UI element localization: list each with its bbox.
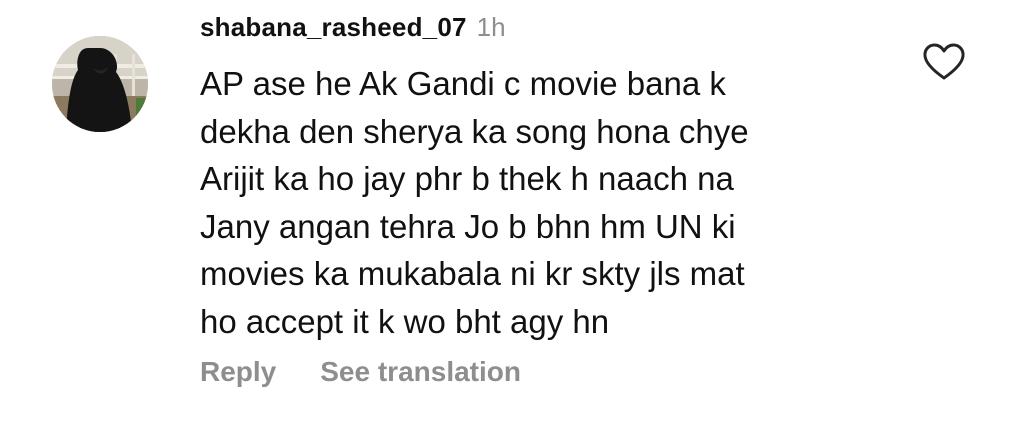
comment-text-line: ho accept it k wo bht agy hn (200, 302, 610, 340)
username[interactable]: shabana_rasheed_07 (200, 12, 467, 43)
comment-text-line: Arijit ka ho jay phr b thek h naach na (200, 160, 734, 197)
see-translation-button[interactable]: See translation (320, 356, 521, 388)
comment-header: shabana_rasheed_07 1h (200, 12, 506, 52)
comment-actions: Reply See translation (200, 356, 521, 388)
avatar-image (52, 36, 148, 132)
comment-item: shabana_rasheed_07 1h AP ase he Ak Gandi… (0, 0, 1024, 439)
reply-button[interactable]: Reply (200, 356, 276, 388)
like-button[interactable] (922, 42, 966, 82)
heart-outline-icon (923, 43, 965, 80)
avatar[interactable] (52, 36, 148, 132)
comment-text: AP ase he Ak Gandi c movie bana k dekha … (200, 60, 880, 345)
comment-text-line: AP ase he Ak Gandi c movie bana k (200, 65, 726, 102)
comment-timestamp: 1h (476, 12, 506, 42)
comment-text-line: movies ka mukabala ni kr skty jls mat (200, 255, 745, 292)
comment-text-line: dekha den sherya ka song hona chye (200, 112, 749, 150)
comment-text-line: Jany angan tehra Jo b bhn hm UN ki (200, 207, 736, 245)
